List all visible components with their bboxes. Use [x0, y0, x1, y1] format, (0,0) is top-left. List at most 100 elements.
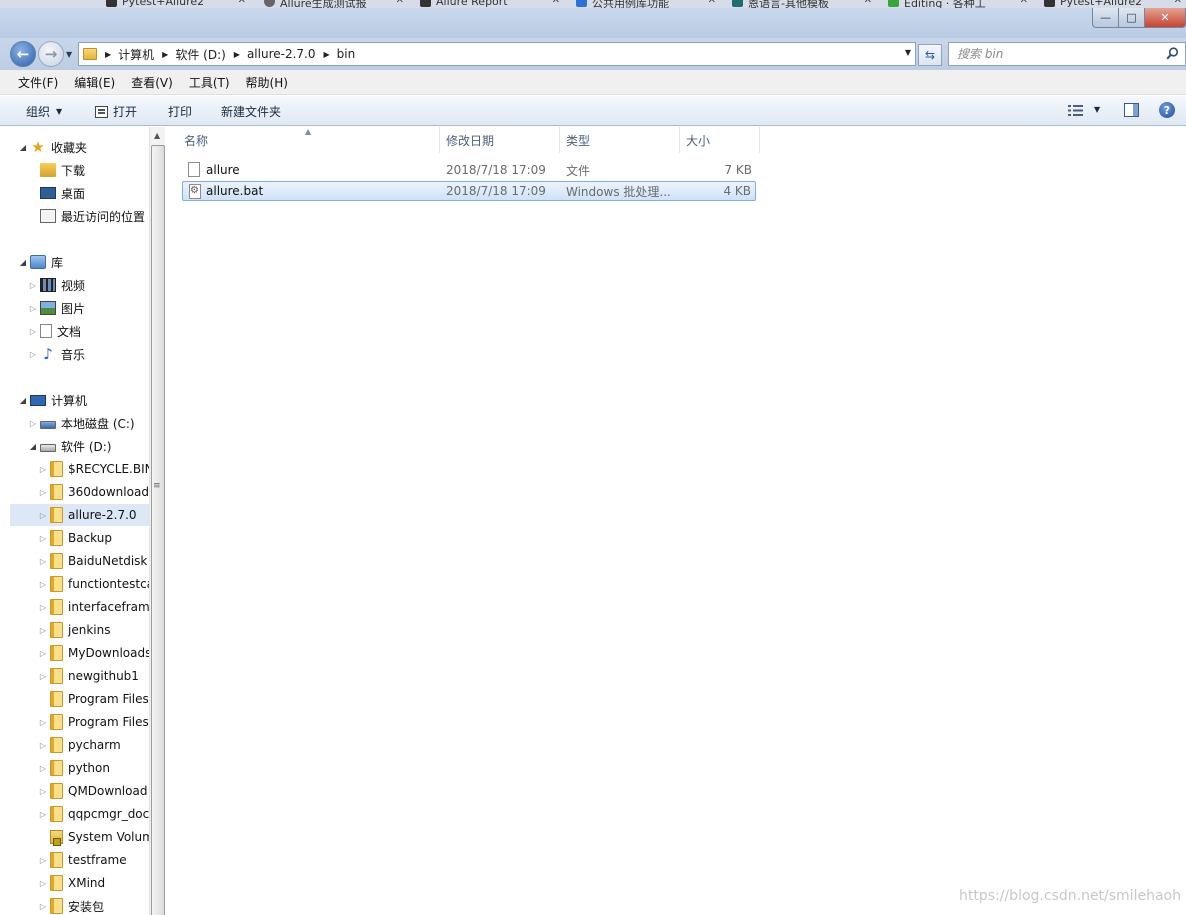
open-button[interactable]: 打开: [95, 103, 137, 120]
tree-folder[interactable]: ▷ interfacefram: [38, 596, 164, 618]
collapsed-arrow-icon[interactable]: ▷: [38, 902, 48, 911]
browser-tab[interactable]: Pytest+Allure2 ✕: [1042, 0, 1186, 8]
tree-favorites[interactable]: ◢ ★ 收藏夹: [18, 136, 164, 158]
tree-item-pictures[interactable]: ▷ 图片: [28, 297, 164, 319]
tree-item-documents[interactable]: ▷ 文档: [28, 320, 164, 342]
change-view-icon[interactable]: [1068, 105, 1083, 116]
collapsed-arrow-icon[interactable]: ▷: [28, 350, 38, 359]
tree-folder[interactable]: ▷ XMind: [38, 872, 164, 894]
collapsed-arrow-icon[interactable]: ▷: [38, 626, 48, 635]
file-row[interactable]: allure 2018/7/18 17:09 文件 7 KB: [182, 160, 756, 180]
collapsed-arrow-icon[interactable]: ▷: [38, 534, 48, 543]
tree-folder[interactable]: ▷ Backup: [38, 527, 164, 549]
breadcrumb-computer[interactable]: 计算机: [118, 46, 154, 63]
tree-item-drive-c[interactable]: ▷ 本地磁盘 (C:): [28, 412, 164, 434]
menu-help[interactable]: 帮助(H): [238, 74, 296, 91]
browser-tab[interactable]: Allure Report ✕: [418, 0, 564, 8]
collapsed-arrow-icon[interactable]: ▷: [28, 281, 38, 290]
collapsed-arrow-icon[interactable]: ▷: [38, 810, 48, 819]
close-tab-icon[interactable]: ✕: [238, 0, 246, 6]
collapsed-arrow-icon[interactable]: ▷: [38, 764, 48, 773]
tree-folder-selected[interactable]: ▷ allure-2.7.0: [10, 504, 150, 526]
close-tab-icon[interactable]: ✕: [552, 0, 560, 6]
tree-item-videos[interactable]: ▷ 视频: [28, 274, 164, 296]
collapsed-arrow-icon[interactable]: ▷: [38, 488, 48, 497]
tree-folder[interactable]: ▷ MyDownloads: [38, 642, 164, 664]
collapsed-arrow-icon[interactable]: ▷: [28, 419, 38, 428]
collapsed-arrow-icon[interactable]: ▷: [38, 649, 48, 658]
help-icon[interactable]: ?: [1159, 102, 1175, 118]
tree-folder[interactable]: ▷ 安装包: [38, 895, 164, 915]
tree-folder[interactable]: ▷ qqpcmgr_doc: [38, 803, 164, 825]
refresh-button[interactable]: ⇆: [918, 44, 942, 66]
tree-folder[interactable]: ▷ pycharm: [38, 734, 164, 756]
preview-pane-icon[interactable]: [1124, 103, 1139, 117]
collapsed-arrow-icon[interactable]: ▷: [38, 787, 48, 796]
menu-view[interactable]: 查看(V): [123, 74, 181, 91]
collapsed-arrow-icon[interactable]: ▷: [38, 718, 48, 727]
close-tab-icon[interactable]: ✕: [1020, 0, 1028, 6]
column-header-date[interactable]: 修改日期: [440, 127, 560, 153]
tree-item-music[interactable]: ▷ ♪ 音乐: [28, 343, 164, 365]
close-tab-icon[interactable]: ✕: [1174, 0, 1182, 6]
close-tab-icon[interactable]: ✕: [864, 0, 872, 6]
browser-tab[interactable]: Pytest+Allure2 ✕: [104, 0, 250, 8]
expanded-arrow-icon[interactable]: ◢: [28, 442, 38, 451]
collapsed-arrow-icon[interactable]: ▷: [38, 557, 48, 566]
search-icon[interactable]: [1166, 47, 1179, 60]
column-header-name[interactable]: 名称: [178, 127, 440, 153]
tree-folder[interactable]: ▷ BaiduNetdisk: [38, 550, 164, 572]
tree-folder[interactable]: ▷ $RECYCLE.BIN: [38, 458, 164, 480]
expanded-arrow-icon[interactable]: ◢: [18, 396, 28, 405]
tree-folder[interactable]: ▷ QMDownload: [38, 780, 164, 802]
tree-folder[interactable]: ▷ python: [38, 757, 164, 779]
maximize-button[interactable]: □: [1118, 8, 1145, 28]
tree-folder[interactable]: ▷ 360download: [38, 481, 164, 503]
tree-folder[interactable]: ▷ testframe: [38, 849, 164, 871]
browser-tab[interactable]: 公共用例库功能 ✕: [574, 0, 720, 8]
breadcrumb-allure[interactable]: allure-2.7.0: [247, 47, 316, 61]
address-bar[interactable]: ▶ 计算机 ▶ 软件 (D:) ▶ allure-2.7.0 ▶ bin ▼: [78, 42, 916, 66]
organize-button[interactable]: 组织 ▼: [26, 103, 62, 120]
view-options-dropdown[interactable]: ▼: [1094, 105, 1100, 114]
column-header-type[interactable]: 类型: [560, 127, 680, 153]
browser-tab[interactable]: Allure生成测试报 ✕: [262, 0, 408, 8]
tree-libraries[interactable]: ◢ 库: [18, 251, 164, 273]
address-dropdown-icon[interactable]: ▼: [905, 48, 911, 57]
browser-tab[interactable]: Editing · 各种工 ✕: [886, 0, 1032, 8]
crumb-separator-icon[interactable]: ▶: [234, 50, 240, 59]
collapsed-arrow-icon[interactable]: ▷: [38, 511, 48, 520]
print-button[interactable]: 打印: [168, 103, 192, 120]
collapsed-arrow-icon[interactable]: ▷: [38, 879, 48, 888]
crumb-separator-icon[interactable]: ▶: [105, 50, 111, 59]
close-button[interactable]: ✕: [1144, 8, 1186, 28]
file-row-selected[interactable]: allure.bat 2018/7/18 17:09 Windows 批处理..…: [182, 181, 756, 201]
collapsed-arrow-icon[interactable]: ▷: [38, 603, 48, 612]
minimize-button[interactable]: —: [1092, 8, 1119, 28]
collapsed-arrow-icon[interactable]: ▷: [38, 465, 48, 474]
scrollbar-thumb[interactable]: [151, 145, 165, 915]
new-folder-button[interactable]: 新建文件夹: [221, 103, 281, 120]
tree-folder[interactable]: ▷ newgithub1: [38, 665, 164, 687]
expanded-arrow-icon[interactable]: ◢: [18, 258, 28, 267]
tree-item-drive-d[interactable]: ◢ 软件 (D:): [28, 435, 164, 457]
tree-folder[interactable]: System Volum: [38, 826, 164, 848]
collapsed-arrow-icon[interactable]: ▷: [28, 304, 38, 313]
collapsed-arrow-icon[interactable]: ▷: [38, 856, 48, 865]
tree-folder[interactable]: ▷ Program Files: [38, 711, 164, 733]
forward-button[interactable]: →: [38, 41, 64, 67]
back-button[interactable]: ←: [10, 41, 36, 67]
search-box[interactable]: [948, 42, 1186, 66]
collapsed-arrow-icon[interactable]: ▷: [38, 672, 48, 681]
browser-tab[interactable]: 恩语言-其他模板 ✕: [730, 0, 876, 8]
breadcrumb-bin[interactable]: bin: [337, 47, 356, 61]
menu-tools[interactable]: 工具(T): [181, 74, 238, 91]
tree-folder[interactable]: Program Files: [38, 688, 164, 710]
navigation-scrollbar[interactable]: ▲ ≡: [149, 127, 165, 915]
tree-folder[interactable]: ▷ jenkins: [38, 619, 164, 641]
recent-pages-dropdown[interactable]: ▼: [66, 50, 72, 59]
expanded-arrow-icon[interactable]: ◢: [18, 143, 28, 152]
tree-item-desktop[interactable]: 桌面: [28, 182, 164, 204]
crumb-separator-icon[interactable]: ▶: [324, 50, 330, 59]
close-tab-icon[interactable]: ✕: [396, 0, 404, 6]
